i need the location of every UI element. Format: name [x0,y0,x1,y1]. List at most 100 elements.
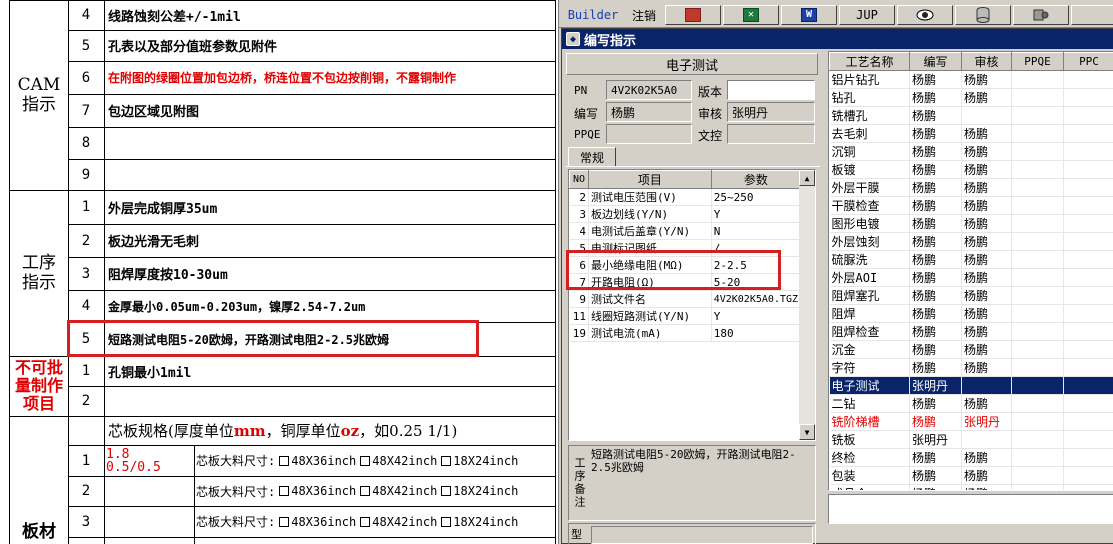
control-field[interactable] [727,124,815,144]
process-row[interactable]: 板镀 杨鹏 杨鹏 [829,160,1113,179]
process-cell-ppqe [1011,358,1064,377]
param-row[interactable]: 2 测试电压范围(V) 25~250 [569,188,802,206]
process-row[interactable]: 铣槽孔 杨鹏 [829,106,1113,125]
param-value[interactable]: 180 [711,324,802,342]
eye-icon[interactable] [897,5,953,25]
param-value[interactable]: 4V2K02K5A0.TGZ [711,290,802,308]
param-row[interactable]: 4 电测试后盖章(Y/N) N [569,222,802,240]
tab-general[interactable]: 常规 [568,147,616,167]
process-row[interactable]: 钻孔 杨鹏 杨鹏 [829,88,1113,107]
ppqe-field[interactable] [606,124,692,144]
size-checkbox[interactable] [441,455,452,466]
col-writer[interactable]: 编写 [909,52,962,71]
process-cell-name: 图形电镀 [829,214,910,233]
col-ppqe[interactable]: PPQE [1011,52,1064,71]
process-row[interactable]: 外层干膜 杨鹏 杨鹏 [829,178,1113,197]
toolbar-more-button[interactable] [1071,5,1113,25]
process-row[interactable]: 去毛刺 杨鹏 杨鹏 [829,124,1113,143]
process-cell-reviewer: 张明丹 [961,412,1012,431]
col-value[interactable]: 参数 [710,170,802,189]
reviewer-field[interactable]: 张明丹 [727,102,815,122]
size-checkbox[interactable] [279,516,290,527]
params-scrollbar[interactable]: ▲ ▼ [799,170,815,440]
builder-label[interactable]: Builder [565,5,621,25]
scroll-down-arrow-icon[interactable]: ▼ [799,424,815,440]
param-row[interactable]: 3 板边划线(Y/N) Y [569,205,802,223]
process-cell-writer: 杨鹏 [909,358,962,377]
process-cell-name: 板镀 [829,160,910,179]
process-cell-name: 铣板 [829,430,910,449]
col-item[interactable]: 项目 [588,170,712,189]
param-row[interactable]: 9 测试文件名 4V2K02K5A0.TGZ [569,290,802,308]
process-cell-reviewer: 杨鹏 [961,286,1012,305]
process-cell-ppqe [1011,106,1064,125]
col-ppc[interactable]: PPC [1063,52,1113,71]
process-cell-writer: 杨鹏 [909,250,962,269]
process-row[interactable]: 铝片钻孔 杨鹏 杨鹏 [829,70,1113,89]
ppt-icon[interactable] [665,5,721,25]
writer-field[interactable]: 杨鹏 [606,102,692,122]
version-label: 版本 [698,85,723,99]
param-value[interactable]: Y [711,205,802,223]
param-row[interactable]: 11 线圈短路测试(Y/N) Y [569,307,802,325]
params-highlight-box [566,250,781,290]
database-icon[interactable] [955,5,1011,25]
size-checkbox[interactable] [441,486,452,496]
process-row[interactable]: 硫脲洗 杨鹏 杨鹏 [829,250,1113,269]
process-row[interactable]: 沉铜 杨鹏 杨鹏 [829,142,1113,161]
process-input-field[interactable] [828,494,1113,524]
scroll-up-arrow-icon[interactable]: ▲ [799,170,815,186]
pn-field[interactable]: 4V2K02K5A0 [606,80,692,100]
process-row[interactable]: 外层蚀刻 杨鹏 杨鹏 [829,232,1113,251]
cam-row-no: 7 [81,102,91,119]
param-row[interactable]: 19 测试电流(mA) 180 [569,324,802,342]
process-row[interactable]: 图形电镀 杨鹏 杨鹏 [829,214,1113,233]
process-row[interactable]: 阻焊 杨鹏 杨鹏 [829,304,1113,323]
word-icon[interactable]: W [781,5,837,25]
process-cell-ppqe [1011,142,1064,161]
size-checkbox[interactable] [360,455,371,466]
param-value[interactable]: Y [711,307,802,325]
process-row[interactable]: 二钻 杨鹏 杨鹏 [829,394,1113,413]
process-row[interactable]: 阻焊检查 杨鹏 杨鹏 [829,322,1113,341]
process-row[interactable]: 包装 杨鹏 杨鹏 [829,466,1113,485]
process-row[interactable]: 阻焊塞孔 杨鹏 杨鹏 [829,286,1113,305]
core-size-label: 芯板大料尺寸: [196,484,276,499]
process-row[interactable]: 终检 杨鹏 杨鹏 [829,448,1113,467]
logout-button[interactable]: 注销 [629,5,659,25]
process-row[interactable]: 沉金 杨鹏 杨鹏 [829,340,1113,359]
size-checkbox[interactable] [360,486,371,496]
process-row[interactable]: 铣阶梯槽 杨鹏 张明丹 [829,412,1113,431]
col-process-name[interactable]: 工艺名称 [829,52,910,71]
process-row[interactable]: 电子测试 张明丹 [829,376,1113,395]
bottom-field[interactable] [591,526,813,544]
version-field[interactable] [727,80,815,100]
size-option: 48X42inch [372,484,438,498]
settings-icon[interactable] [1013,5,1069,25]
process-cell-ppc [1063,160,1113,179]
process-cell-reviewer: 杨鹏 [961,142,1012,161]
process-row[interactable]: 字符 杨鹏 杨鹏 [829,358,1113,377]
process-row[interactable]: 铣板 张明丹 [829,430,1113,449]
process-cell-ppqe [1011,412,1064,431]
process-cell-name: 电子测试 [829,376,910,395]
process-cell-writer: 杨鹏 [909,286,962,305]
cam-row-no: 5 [81,37,91,54]
param-value[interactable]: N [711,222,802,240]
size-checkbox[interactable] [360,516,371,527]
process-cell-ppc [1063,304,1113,323]
param-value[interactable]: 25~250 [711,188,802,206]
note-group: 工序备注 短路测试电阻5-20欧姆，开路测试电阻2-2.5兆欧姆 [568,445,816,521]
size-checkbox[interactable] [279,486,290,496]
jup-button[interactable]: JUP [839,5,895,25]
size-checkbox[interactable] [441,516,452,527]
process-row[interactable]: 干膜检查 杨鹏 杨鹏 [829,196,1113,215]
core-row-spec[interactable]: 1.8 0.5/0.5 [106,446,194,476]
note-textarea[interactable]: 短路测试电阻5-20欧姆，开路测试电阻2-2.5兆欧姆 [591,448,813,518]
col-no[interactable]: NO [569,170,590,189]
process-row[interactable]: 成品仓杨鹏杨鹏 [829,484,1113,490]
col-reviewer[interactable]: 审核 [961,52,1012,71]
process-row[interactable]: 外层AOI 杨鹏 杨鹏 [829,268,1113,287]
size-checkbox[interactable] [279,455,290,466]
excel-icon[interactable]: ✕ [723,5,779,25]
